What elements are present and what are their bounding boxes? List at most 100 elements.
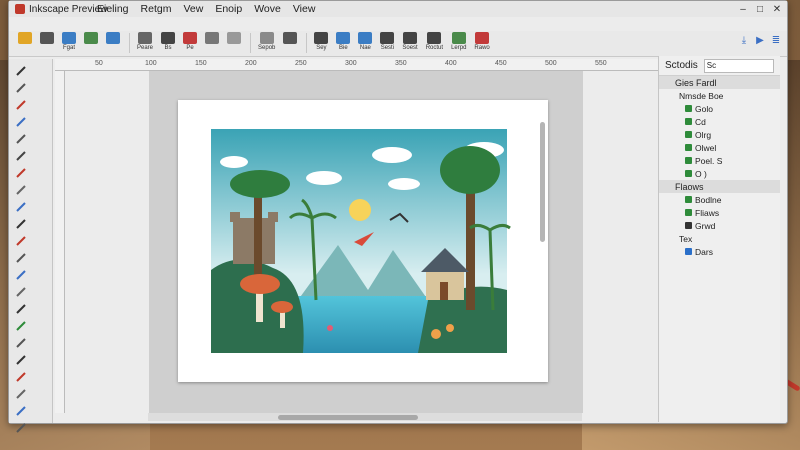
tweak-tool-icon[interactable] (12, 318, 30, 334)
eraser-tool-icon[interactable] (12, 284, 30, 300)
toolbar-separator (250, 33, 252, 53)
command-button-roctut[interactable]: Roctut (423, 31, 446, 55)
command-button-8[interactable] (202, 31, 222, 55)
pencil-tool-icon[interactable] (12, 114, 30, 130)
rectangle-tool-icon[interactable] (12, 199, 30, 215)
command-label: Sey (316, 45, 327, 51)
layer-row[interactable]: Flaows (659, 180, 780, 193)
command-icon (205, 32, 220, 44)
star-tool-icon[interactable] (12, 233, 30, 249)
layer-swatch-icon (685, 131, 692, 138)
layer-row[interactable]: Grwd (659, 219, 780, 232)
layer-row[interactable]: Golo (659, 102, 780, 115)
command-button-bs[interactable]: Bs (158, 31, 178, 55)
ruler-label: 450 (495, 60, 507, 67)
mesh-tool-icon[interactable] (12, 386, 30, 402)
command-label: Nae (359, 45, 371, 51)
command-button-pe[interactable]: Pe (180, 31, 200, 55)
ruler-label: 300 (345, 60, 357, 67)
command-label: Soest (402, 45, 418, 51)
spiral-tool-icon[interactable] (12, 250, 30, 266)
command-label: Bs (164, 45, 172, 51)
maximize-button[interactable]: □ (753, 3, 767, 15)
minimize-button[interactable]: – (736, 3, 750, 15)
paint-bucket-tool-icon[interactable] (12, 267, 30, 283)
horizontal-scrollbar[interactable] (148, 413, 582, 421)
layer-label: Olwel (695, 142, 717, 153)
selector-tool-icon[interactable] (12, 63, 30, 79)
command-button-soest[interactable]: Soest (399, 31, 420, 55)
node-tool-icon[interactable] (12, 80, 30, 96)
menu-retgm[interactable]: Retgm (141, 3, 172, 15)
menu-enoip[interactable]: Enoip (215, 3, 242, 15)
command-button-4[interactable] (103, 31, 123, 55)
command-button-9[interactable] (224, 31, 244, 55)
layer-row[interactable]: Bodlne (659, 193, 780, 206)
layer-swatch-icon (685, 248, 692, 255)
dropper-tool-icon[interactable] (12, 182, 30, 198)
document-page[interactable] (178, 100, 548, 382)
layer-row[interactable]: Poel. S (659, 154, 780, 167)
layer-row[interactable]: Tex (659, 232, 780, 245)
layer-row[interactable]: Cd (659, 115, 780, 128)
command-button-1[interactable] (37, 31, 57, 55)
command-button-lerpd[interactable]: Lerpd (448, 31, 469, 55)
layer-row[interactable]: O ) (659, 167, 780, 180)
close-button[interactable]: ✕ (770, 3, 784, 15)
text-tool-icon[interactable] (12, 148, 30, 164)
panel-header: Sctodis Sc (659, 56, 780, 76)
layer-label: Fliaws (695, 207, 720, 218)
lpe-tool-icon[interactable] (12, 403, 30, 419)
command-button-sesti[interactable]: Sesti (377, 31, 397, 55)
calligraphy-tool-icon[interactable] (12, 131, 30, 147)
menu-vew[interactable]: Vew (183, 3, 203, 15)
command-button-fgat[interactable]: Fgat (59, 31, 79, 55)
command-button-sepob[interactable]: Sepob (255, 31, 278, 55)
download-icon[interactable]: ⤓ (738, 34, 750, 46)
menu-eieling[interactable]: Eieling (97, 3, 129, 15)
command-button-sey[interactable]: Sey (311, 31, 331, 55)
ellipse-tool-icon[interactable] (12, 216, 30, 232)
layer-row[interactable]: Fliaws (659, 206, 780, 219)
command-button-rawo[interactable]: Rawo (471, 31, 492, 55)
layer-row[interactable]: Olrg (659, 128, 780, 141)
command-label: Roctut (425, 45, 444, 51)
command-button-bie[interactable]: Bie (333, 31, 353, 55)
toolbox (9, 59, 53, 433)
measure-tool-icon[interactable] (12, 352, 30, 368)
panel-search-input[interactable]: Sc (703, 58, 774, 73)
layer-label: Nmsde Boe (679, 90, 724, 101)
layer-row[interactable]: Gies Fardl (659, 76, 780, 89)
menu-wove[interactable]: Wove (254, 3, 281, 15)
command-icon (427, 32, 442, 44)
layer-swatch-icon (685, 157, 692, 164)
command-button-0[interactable] (15, 31, 35, 55)
command-button-3[interactable] (81, 31, 101, 55)
horizontal-scroll-thumb[interactable] (278, 415, 418, 420)
vertical-scroll-thumb[interactable] (540, 122, 545, 242)
spray-tool-icon[interactable] (12, 301, 30, 317)
pages-tool-icon[interactable] (12, 420, 30, 436)
command-button-peare[interactable]: Peare (134, 31, 156, 55)
tree-canopy-right (440, 146, 500, 194)
menu-view[interactable]: View (293, 3, 316, 15)
command-button-nae[interactable]: Nae (355, 31, 375, 55)
command-label: Fgat (62, 45, 75, 51)
connector-tool-icon[interactable] (12, 369, 30, 385)
gradient-tool-icon[interactable] (12, 165, 30, 181)
command-bar: Fgat Peare Bs Pe Sepob Sey Bie Nae Sesti Soest Roc… (9, 31, 787, 57)
toolbar-separator (306, 33, 308, 53)
layers-icon[interactable]: ≣ (770, 34, 782, 46)
play-icon[interactable]: ▶ (754, 34, 766, 46)
layer-label: Grwd (695, 220, 716, 231)
vertical-scrollbar[interactable] (540, 112, 546, 380)
command-button-11[interactable] (280, 31, 300, 55)
top-right-tools: ⤓ ▶ ≣ (738, 34, 782, 46)
layer-row[interactable]: Nmsde Boe (659, 89, 780, 102)
pen-tool-icon[interactable] (12, 97, 30, 113)
layer-row[interactable]: Olwel (659, 141, 780, 154)
layer-row[interactable]: Dars (659, 245, 780, 258)
command-icon (403, 32, 418, 44)
layer-list: Gies Fardl Nmsde Boe Golo Cd Olrg Olwel Poel. … (659, 76, 780, 258)
zoom-tool-icon[interactable] (12, 335, 30, 351)
